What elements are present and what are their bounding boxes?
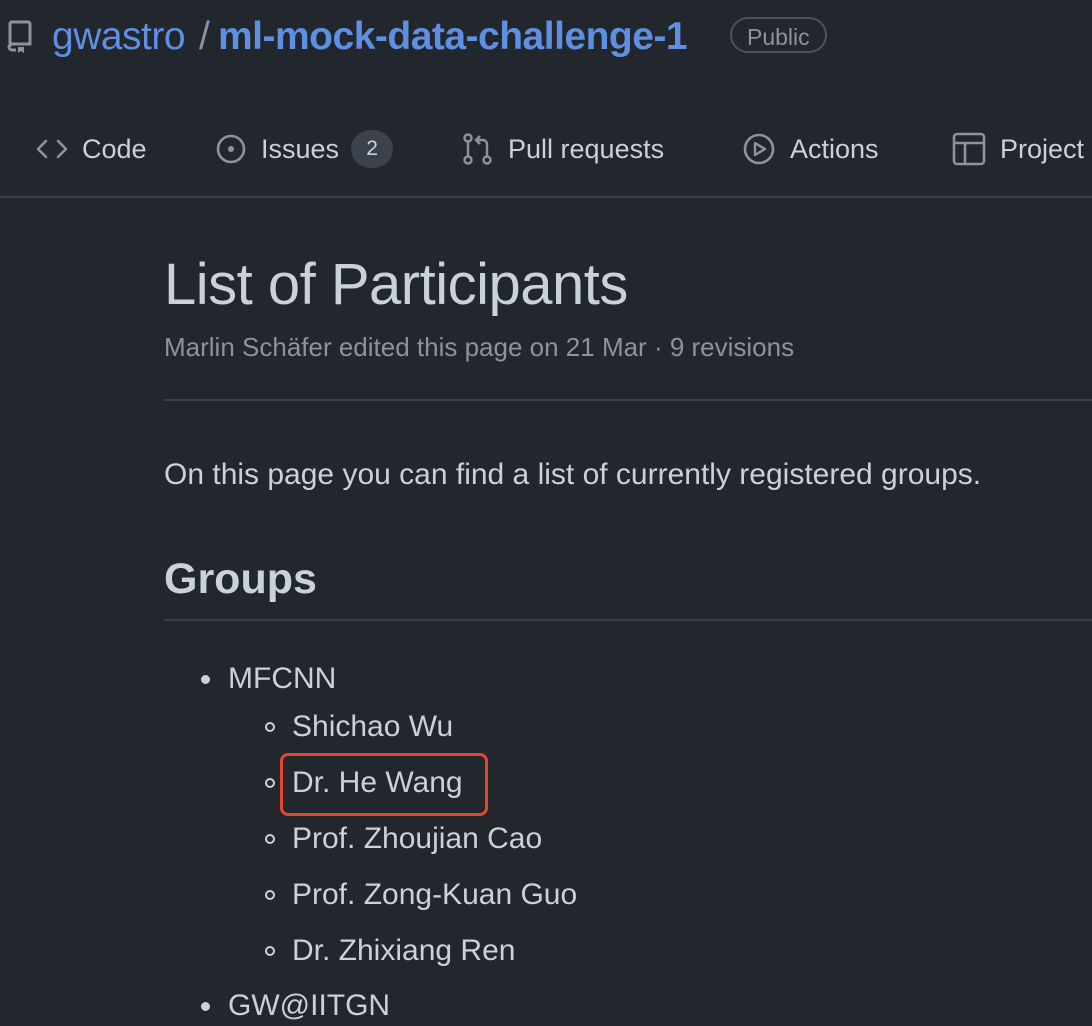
list-item: Prof. Zong-Kuan Guo	[292, 878, 578, 911]
tab-actions[interactable]: Actions	[742, 128, 879, 170]
sublist-bullet	[265, 778, 275, 788]
heading-divider	[164, 619, 1092, 621]
nav-divider	[0, 196, 1092, 198]
repo-name-link[interactable]: ml-mock-data-challenge-1	[218, 13, 688, 61]
highlight-box	[280, 753, 488, 816]
tab-pull-requests-label: Pull requests	[508, 133, 665, 164]
play-icon	[743, 133, 775, 165]
path-separator: /	[199, 15, 210, 58]
tab-issues-label: Issues	[261, 133, 340, 164]
visibility-badge: Public	[730, 17, 827, 53]
code-icon	[36, 139, 68, 159]
sublist-bullet	[265, 946, 275, 956]
table-icon	[952, 132, 986, 166]
title-divider	[164, 399, 1092, 401]
tab-code-label: Code	[82, 133, 147, 164]
git-pull-request-icon	[463, 133, 492, 165]
sublist-bullet	[265, 722, 275, 732]
group-name: MFCNN	[228, 662, 337, 695]
tab-pull-requests[interactable]: Pull requests	[462, 128, 664, 170]
repo-owner-link[interactable]: gwastro	[52, 13, 186, 61]
list-bullet	[201, 1002, 210, 1011]
groups-heading: Groups	[164, 555, 317, 603]
page-title: List of Participants	[164, 252, 628, 317]
issue-opened-icon	[216, 134, 246, 164]
repo-icon	[7, 20, 32, 53]
list-item: Dr. Zhixiang Ren	[292, 934, 516, 967]
issues-count-badge: 2	[351, 130, 394, 168]
list-item: Prof. Zhoujian Cao	[292, 822, 543, 855]
tab-code[interactable]: Code	[36, 128, 147, 170]
tab-projects-label: Project	[1000, 133, 1085, 164]
group-name: GW@IITGN	[228, 989, 391, 1022]
page-revision-meta[interactable]: Marlin Schäfer edited this page on 21 Ma…	[164, 330, 794, 364]
tab-projects[interactable]: Project	[952, 128, 1084, 170]
sublist-bullet	[265, 834, 275, 844]
list-bullet	[201, 675, 210, 684]
intro-text: On this page you can find a list of curr…	[164, 458, 982, 491]
list-item: Shichao Wu	[292, 710, 454, 743]
tab-issues[interactable]: Issues 2	[215, 128, 394, 170]
tab-actions-label: Actions	[790, 133, 879, 164]
sublist-bullet	[265, 890, 275, 900]
